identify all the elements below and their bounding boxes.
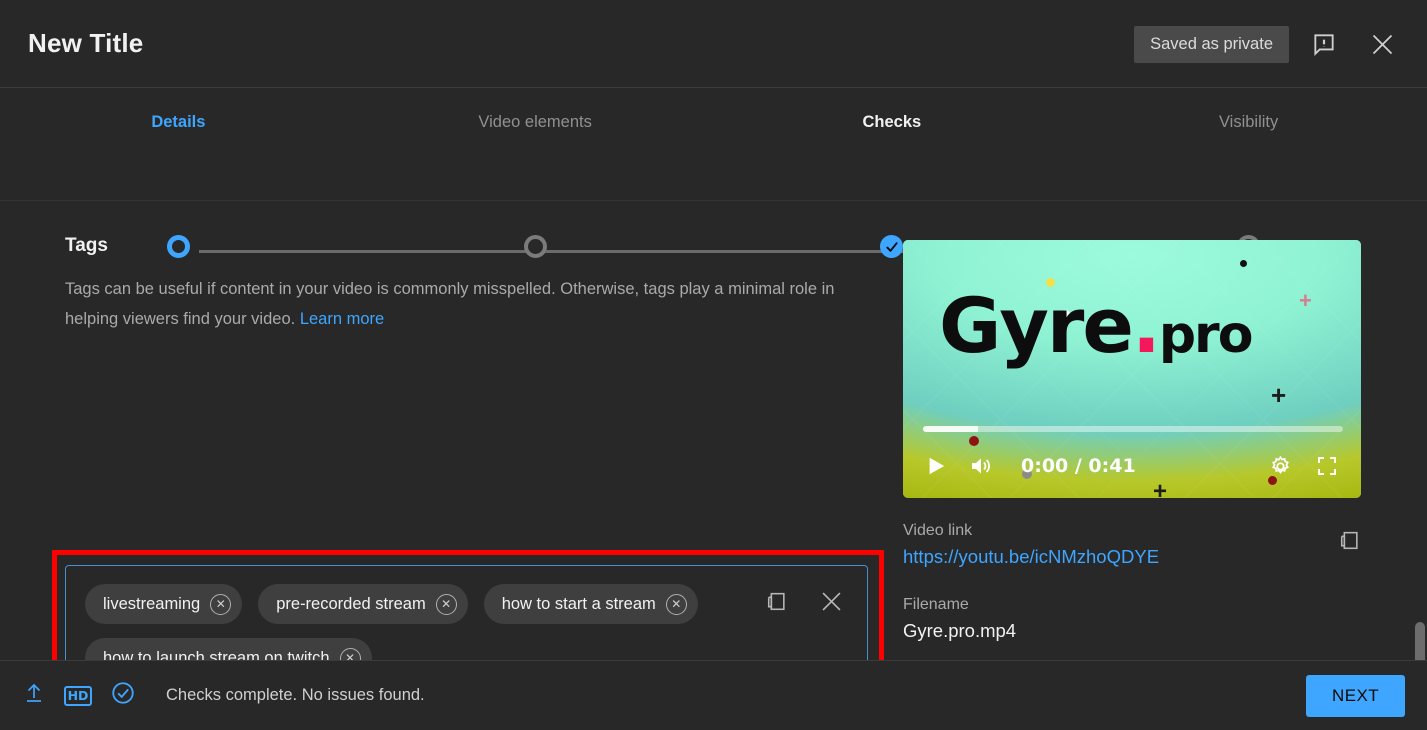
scrollbar-thumb[interactable] [1415, 622, 1425, 660]
feedback-button[interactable] [1301, 21, 1347, 67]
remove-tag-icon[interactable]: ✕ [665, 593, 687, 615]
close-button[interactable] [1359, 21, 1405, 67]
tags-section-description: Tags can be useful if content in your vi… [65, 274, 865, 334]
video-time: 0:00 / 0:41 [1021, 455, 1136, 477]
logo-dot: . [1131, 281, 1161, 370]
learn-more-link[interactable]: Learn more [300, 310, 384, 328]
check-circle-icon [110, 680, 136, 711]
fullscreen-icon[interactable] [1315, 454, 1339, 478]
step-label-checks[interactable]: Checks [714, 113, 1071, 132]
video-link-value[interactable]: https://youtu.be/icNMzhoQDYE [903, 546, 1159, 567]
video-link-label: Video link [903, 522, 973, 539]
dialog-header: New Title Saved as private [0, 0, 1427, 88]
filename-block: Filename Gyre.pro.mp4 [903, 596, 1361, 642]
tag-chip[interactable]: pre-recorded stream ✕ [258, 584, 468, 624]
details-form: Tags Tags can be useful if content in yo… [0, 202, 900, 660]
step-label-visibility[interactable]: Visibility [1070, 113, 1427, 132]
page-title: New Title [28, 28, 144, 58]
volume-icon[interactable] [969, 454, 993, 478]
scrollbar-track[interactable] [1413, 404, 1427, 660]
gear-icon[interactable] [1268, 454, 1293, 479]
video-progress-buffer [923, 426, 978, 432]
header-actions: Saved as private [1134, 0, 1405, 88]
hd-badge: HD [64, 685, 92, 706]
tag-chip-label: pre-recorded stream [276, 594, 426, 613]
close-icon [1369, 31, 1396, 58]
tag-chip-label: how to launch stream on twitch [103, 648, 330, 661]
checks-status-text: Checks complete. No issues found. [166, 686, 425, 704]
remove-tag-icon[interactable]: ✕ [435, 593, 457, 615]
dialog-body: Tags Tags can be useful if content in yo… [0, 202, 1427, 660]
video-link-block: Video link https://youtu.be/icNMzhoQDYE [903, 522, 1361, 568]
remove-tag-icon[interactable]: ✕ [339, 647, 361, 660]
tag-chip-label: livestreaming [103, 594, 201, 613]
thumbnail-logo: Gyre.pro [939, 288, 1254, 365]
speck-dot-black [1240, 260, 1247, 267]
tags-section-title: Tags [65, 235, 108, 256]
status-badge: Saved as private [1134, 25, 1289, 63]
tag-chip[interactable]: how to launch stream on twitch ✕ [85, 638, 372, 660]
tags-field-actions [763, 588, 845, 615]
clear-all-tags-icon[interactable] [818, 588, 845, 615]
next-button[interactable]: NEXT [1306, 675, 1405, 717]
upload-details-dialog: New Title Saved as private Details Video… [0, 0, 1427, 730]
copy-video-link-icon[interactable] [1336, 528, 1361, 559]
filename-value: Gyre.pro.mp4 [903, 620, 1017, 641]
video-player-preview[interactable]: + + + Gyre.pro 0:00 / 0:41 [903, 240, 1361, 498]
upload-icon [22, 680, 46, 711]
tags-description-text: Tags can be useful if content in your vi… [65, 280, 835, 328]
upload-status-icons: HD [22, 680, 136, 711]
tag-chip[interactable]: livestreaming ✕ [85, 584, 243, 624]
dialog-footer: HD Checks complete. No issues found. NEX… [0, 660, 1427, 730]
filename-label: Filename [903, 596, 969, 613]
tag-chip-label: how to start a stream [501, 594, 656, 613]
plus-mark-pink: + [1299, 288, 1312, 313]
video-controls: 0:00 / 0:41 [903, 442, 1361, 490]
logo-main: Gyre [939, 281, 1134, 370]
play-icon[interactable] [925, 454, 947, 478]
remove-tag-icon[interactable]: ✕ [210, 593, 232, 615]
wizard-stepper: Details Video elements Checks Visibility [0, 89, 1427, 258]
video-progress-bar[interactable] [923, 426, 1343, 432]
feedback-exclamation-icon [1311, 31, 1337, 57]
logo-suffix: pro [1158, 305, 1254, 365]
step-label-details[interactable]: Details [0, 113, 357, 132]
video-preview-panel: + + + Gyre.pro 0:00 / 0:41 Video link ht… [903, 240, 1361, 642]
copy-tags-icon[interactable] [763, 589, 788, 615]
tag-chip-list: livestreaming ✕ pre-recorded stream ✕ ho… [85, 584, 705, 660]
tags-input-field[interactable]: livestreaming ✕ pre-recorded stream ✕ ho… [65, 565, 868, 660]
step-label-video-elements[interactable]: Video elements [357, 113, 714, 132]
plus-mark-dark: + [1271, 380, 1287, 410]
tag-chip[interactable]: how to start a stream ✕ [483, 584, 698, 624]
